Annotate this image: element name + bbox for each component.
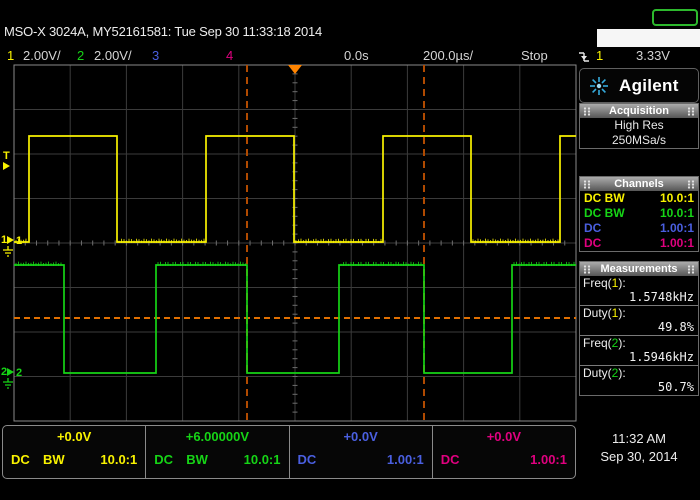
ch3-probe-label: 1.00:1 [387, 452, 424, 467]
ch1-probe-label: 10.0:1 [100, 452, 137, 467]
meas-value: 50.7% [580, 380, 698, 394]
ch3-coupling: DC [584, 221, 601, 236]
trigger-level-marker[interactable]: T [3, 151, 10, 170]
meas-value: 1.5946kHz [580, 350, 698, 364]
meas-label-end: ): [618, 276, 625, 290]
channels-title: Channels [614, 178, 664, 190]
ch2-coupling-label: DC [154, 452, 173, 467]
ch4-status-box[interactable]: +0.0V DC 1.00:1 [432, 426, 575, 478]
ch2-coupling: DC BW [584, 206, 625, 221]
acquisition-header[interactable]: Acquisition [580, 104, 698, 118]
ch1-coupling-label: DC [11, 452, 30, 467]
ch2-inline-label: 2 [16, 368, 22, 378]
meas-label-end: ): [618, 336, 625, 350]
run-state[interactable]: Stop [521, 48, 548, 63]
ch3-number[interactable]: 3 [152, 48, 159, 63]
meas-label: Freq( [583, 276, 612, 290]
ch1-number[interactable]: 1 [7, 48, 14, 63]
trigger-source[interactable]: 1 [596, 48, 603, 63]
ch1-coupling: DC BW [584, 191, 625, 206]
oscilloscope-screen: MSO-X 3024A, MY52161581: Tue Sep 30 11:3… [0, 0, 700, 500]
measurement-freq2[interactable]: Freq(2): 1.5946kHz [580, 336, 698, 366]
ch3-probe: 1.00:1 [660, 221, 694, 236]
instrument-title: MSO-X 3024A, MY52161581: Tue Sep 30 11:3… [4, 24, 322, 39]
channel-row-3[interactable]: DC 1.00:1 [580, 221, 698, 236]
measurement-duty2[interactable]: Duty(2): 50.7% [580, 366, 698, 395]
channel-row-1[interactable]: DC BW 10.0:1 [580, 191, 698, 206]
grip-icon [687, 180, 695, 189]
delay-readout[interactable]: 0.0s [344, 48, 369, 63]
status-indicator-pill [652, 9, 698, 26]
meas-label-end: ): [618, 306, 625, 320]
ch1-scale[interactable]: 2.00V/ [23, 48, 61, 63]
ch1-ground-symbol-icon [2, 246, 14, 258]
grip-icon [583, 265, 591, 274]
channels-header[interactable]: Channels [580, 177, 698, 191]
ch2-bw-label: BW [186, 452, 208, 467]
ch4-coupling-label: DC [441, 452, 460, 467]
measurements-title: Measurements [600, 263, 677, 275]
channel-status-bar: +0.0V DC BW 10.0:1 +6.00000V DC BW 10.0:… [2, 425, 576, 479]
ch1-marker-arrow-icon [7, 236, 14, 244]
meas-label: Duty( [583, 306, 612, 320]
grip-icon [583, 180, 591, 189]
measurement-duty1[interactable]: Duty(1): 49.8% [580, 306, 698, 336]
ch1-status-box[interactable]: +0.0V DC BW 10.0:1 [3, 426, 145, 478]
clock-time: 11:32 AM [578, 431, 700, 446]
channel-row-2[interactable]: DC BW 10.0:1 [580, 206, 698, 221]
ch2-ground-marker[interactable]: 2 [1, 367, 14, 377]
measurements-header[interactable]: Measurements [580, 262, 698, 276]
acquisition-panel: Acquisition High Res 250MSa/s [579, 103, 699, 149]
acquisition-mode: High Res [580, 118, 698, 133]
grip-icon [687, 107, 695, 116]
trigger-level-readout[interactable]: 3.33V [636, 48, 670, 63]
meas-label: Freq( [583, 336, 612, 350]
trigger-marker-letter: T [3, 150, 10, 162]
trigger-marker-arrow-icon [3, 162, 10, 170]
brand-panel: Agilent [579, 68, 699, 103]
ch4-coupling: DC [584, 236, 601, 251]
ch2-scale[interactable]: 2.00V/ [94, 48, 132, 63]
ch2-status-box[interactable]: +6.00000V DC BW 10.0:1 [145, 426, 288, 478]
ch1-bw-label: BW [43, 452, 65, 467]
agilent-spark-icon [586, 73, 612, 99]
ch4-probe: 1.00:1 [660, 236, 694, 251]
ch1-ground-marker[interactable]: 1 [1, 235, 14, 245]
trigger-edge-icon [578, 50, 590, 64]
sample-rate: 250MSa/s [580, 133, 698, 148]
ch1-inline-label: 1 [16, 236, 22, 246]
top-right-blank-panel [597, 29, 700, 47]
ch1-probe: 10.0:1 [660, 191, 694, 206]
channel-row-4[interactable]: DC 1.00:1 [580, 236, 698, 251]
meas-label-end: ): [618, 366, 625, 380]
grip-icon [583, 107, 591, 116]
measurements-panel: Measurements Freq(1): 1.5748kHz Duty(1):… [579, 261, 699, 396]
meas-value: 49.8% [580, 320, 698, 334]
ch2-ground-symbol-icon [2, 378, 14, 390]
channels-panel: Channels DC BW 10.0:1 DC BW 10.0:1 DC 1.… [579, 176, 699, 252]
ch2-probe: 10.0:1 [660, 206, 694, 221]
ch4-number[interactable]: 4 [226, 48, 233, 63]
meas-value: 1.5748kHz [580, 290, 698, 304]
ch3-coupling-label: DC [298, 452, 317, 467]
meas-label: Duty( [583, 366, 612, 380]
timebase-readout[interactable]: 200.0µs/ [423, 48, 473, 63]
ch2-number[interactable]: 2 [77, 48, 84, 63]
ch3-status-box[interactable]: +0.0V DC 1.00:1 [289, 426, 432, 478]
ch1-offset: +0.0V [3, 429, 145, 444]
ch4-probe-label: 1.00:1 [530, 452, 567, 467]
acquisition-title: Acquisition [609, 105, 669, 117]
clock-date: Sep 30, 2014 [578, 449, 700, 464]
grip-icon [687, 265, 695, 274]
brand-name: Agilent [619, 76, 679, 96]
ch4-offset: +0.0V [433, 429, 575, 444]
measurement-freq1[interactable]: Freq(1): 1.5748kHz [580, 276, 698, 306]
ch2-offset: +6.00000V [146, 429, 288, 444]
ch2-marker-arrow-icon [7, 368, 14, 376]
ch3-offset: +0.0V [290, 429, 432, 444]
ch2-probe-label: 10.0:1 [244, 452, 281, 467]
